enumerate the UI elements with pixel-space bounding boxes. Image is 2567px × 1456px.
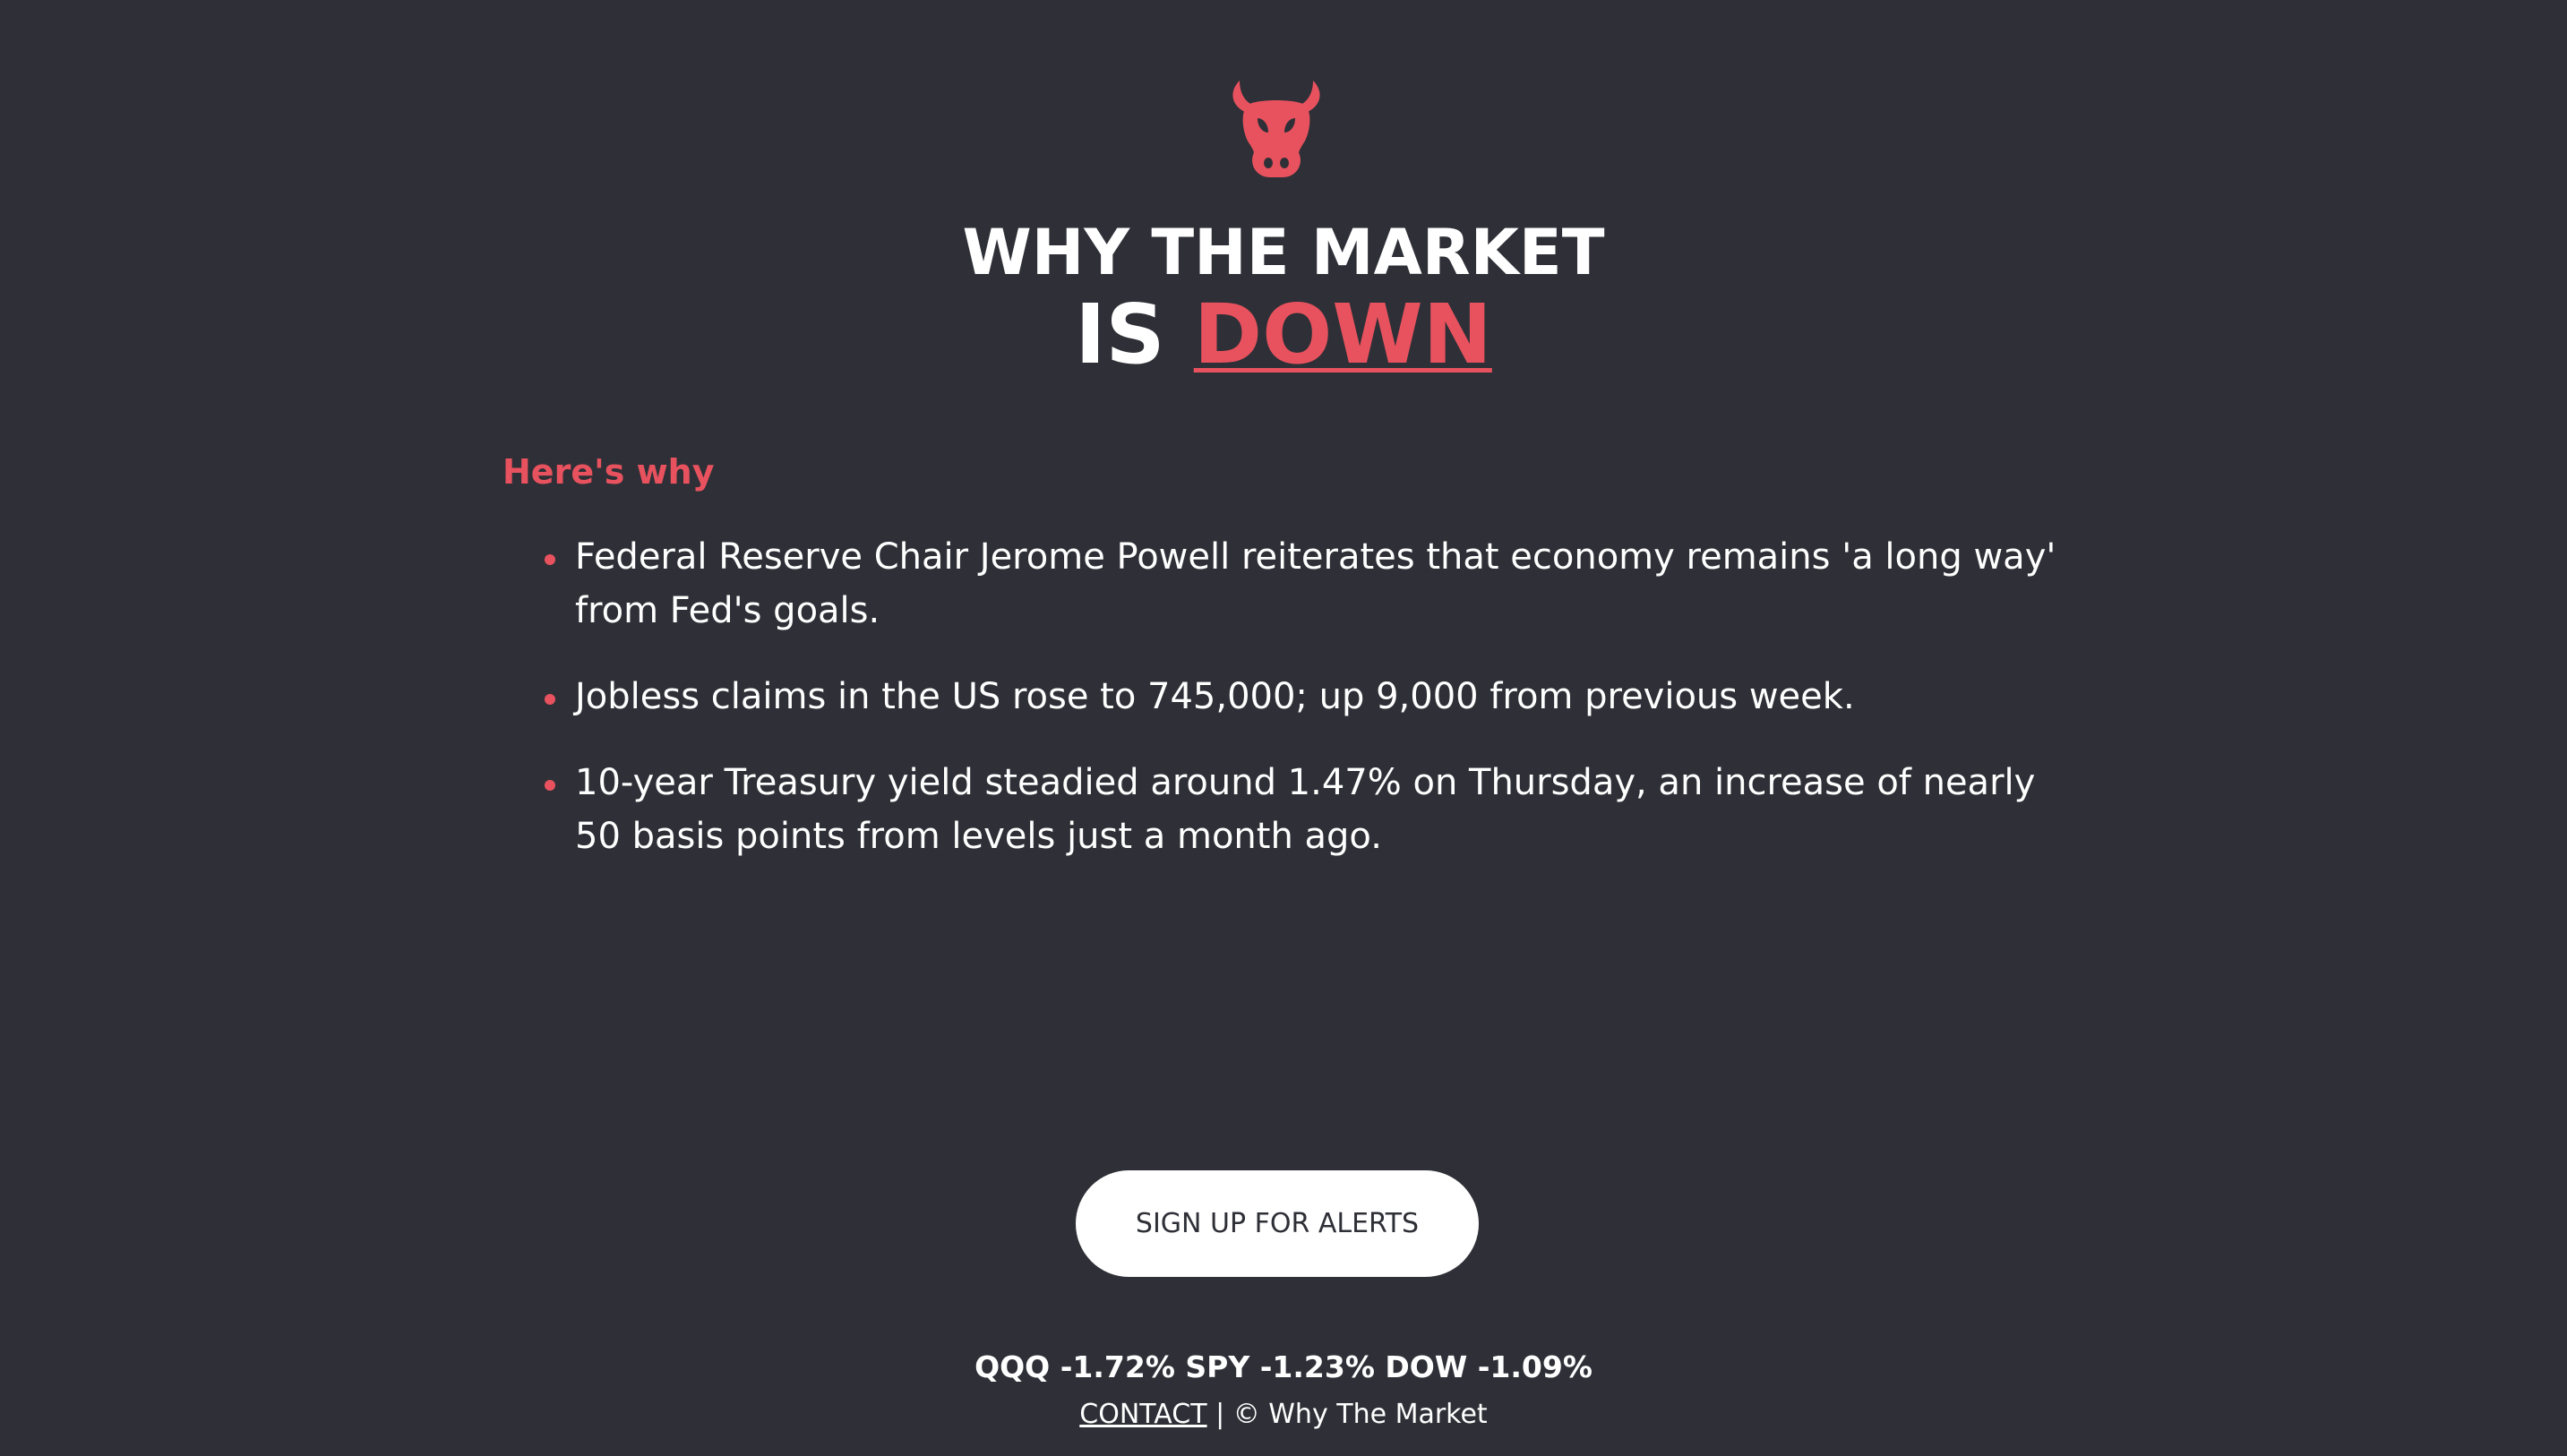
bullet-icon xyxy=(545,554,555,565)
list-item: Federal Reserve Chair Jerome Powell reit… xyxy=(537,530,2078,638)
page: WHY THE MARKET IS DOWN Here's why Federa… xyxy=(0,0,2567,1456)
reasons-list: Federal Reserve Chair Jerome Powell reit… xyxy=(537,530,2078,895)
reasons-heading: Here's why xyxy=(502,452,715,492)
bullet-icon xyxy=(545,694,555,705)
list-item: 10-year Treasury yield steadied around 1… xyxy=(537,756,2078,863)
bullet-icon xyxy=(545,780,555,791)
footer-separator: | xyxy=(1206,1399,1233,1430)
sign-up-for-alerts-button[interactable]: SIGN UP FOR ALERTS xyxy=(1076,1170,1479,1277)
title-line-2: IS DOWN xyxy=(0,290,2567,380)
title-highlight: DOWN xyxy=(1193,287,1492,382)
reason-text: 10-year Treasury yield steadied around 1… xyxy=(575,762,2036,857)
reason-text: Federal Reserve Chair Jerome Powell reit… xyxy=(575,536,2056,631)
reason-text: Jobless claims in the US rose to 745,000… xyxy=(575,676,1855,717)
title-prefix: IS xyxy=(1075,287,1165,382)
page-title: WHY THE MARKET IS DOWN xyxy=(0,215,2567,380)
title-line-1: WHY THE MARKET xyxy=(962,216,1605,289)
market-ticker: QQQ -1.72% SPY -1.23% DOW -1.09% xyxy=(974,1349,1593,1384)
bull-head-icon xyxy=(1232,81,1320,177)
contact-link[interactable]: CONTACT xyxy=(1079,1399,1206,1430)
footer: CONTACT | © Why The Market xyxy=(0,1399,2567,1430)
list-item: Jobless claims in the US rose to 745,000… xyxy=(537,670,2078,724)
copyright-text: © Why The Market xyxy=(1232,1399,1488,1430)
